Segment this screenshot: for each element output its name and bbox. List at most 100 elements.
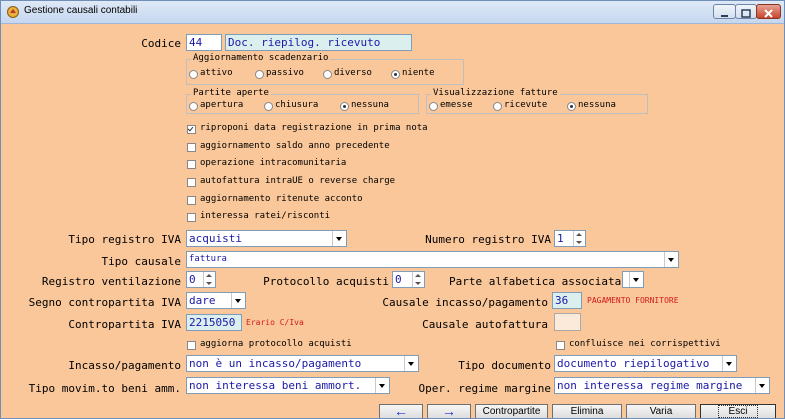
registro-ventilazione-spinner[interactable]: 0 xyxy=(186,271,216,288)
parte-alfabetica-label: Parte alfabetica associata xyxy=(449,275,622,288)
tipo-documento-value: documento riepilogativo xyxy=(557,357,710,370)
contropartita-iva-description: Erario C/Iva xyxy=(246,318,304,327)
incasso-pagamento-value: non è un incasso/pagamento xyxy=(189,357,362,370)
chevron-down-icon[interactable] xyxy=(629,272,643,287)
tipo-movimento-beni-label: Tipo movim.to beni amm. xyxy=(28,382,181,395)
radio-scadenzario-passivo[interactable] xyxy=(255,70,264,79)
maximize-button[interactable] xyxy=(735,4,757,19)
tipo-registro-iva-value: acquisti xyxy=(189,232,242,245)
esci-label: Esci xyxy=(717,405,759,418)
radio-fatture-nessuna[interactable] xyxy=(567,102,576,111)
radio-scadenzario-niente[interactable] xyxy=(391,70,400,79)
incasso-pagamento-select[interactable]: non è un incasso/pagamento xyxy=(186,355,419,372)
radio-partite-chiusura-label: chiusura xyxy=(275,100,319,110)
radio-fatture-ricevute[interactable] xyxy=(493,102,502,111)
radio-scadenzario-niente-label: niente xyxy=(402,68,435,78)
causale-incasso-input[interactable]: 36 xyxy=(552,292,582,309)
prev-record-button[interactable]: ← xyxy=(379,404,423,418)
codice-description: Doc. riepilog. ricevuto xyxy=(225,34,412,51)
checkbox-autofattura-intraue-label: autofattura intraUE o reverse charge xyxy=(200,176,396,186)
checkbox-riproponi-data[interactable] xyxy=(187,125,196,134)
checkbox-ritenute-acconto-label: aggiornamento ritenute acconto xyxy=(200,194,363,204)
codice-input[interactable]: 44 xyxy=(186,34,222,51)
checkbox-aggiorna-protocollo[interactable] xyxy=(187,341,196,350)
radio-fatture-nessuna-label: nessuna xyxy=(578,100,616,110)
chevron-down-icon[interactable] xyxy=(375,378,389,393)
causale-incasso-label: Causale incasso/pagamento xyxy=(382,296,548,309)
spinner-arrows-icon[interactable] xyxy=(573,231,585,246)
title-bar[interactable]: Gestione causali contabili xyxy=(1,1,784,24)
radio-partite-chiusura[interactable] xyxy=(264,102,273,111)
radio-fatture-emesse[interactable] xyxy=(429,102,438,111)
tipo-registro-iva-select[interactable]: acquisti xyxy=(186,230,347,247)
segno-contropartita-value: dare xyxy=(189,294,216,307)
chevron-down-icon[interactable] xyxy=(664,252,678,267)
radio-fatture-emesse-label: emesse xyxy=(440,100,473,110)
parte-alfabetica-select[interactable] xyxy=(622,271,644,288)
checkbox-intracomunitaria[interactable] xyxy=(187,160,196,169)
checkbox-saldo-anno-precedente[interactable] xyxy=(187,143,196,152)
oper-regime-margine-label: Oper. regime margine xyxy=(418,382,551,395)
segno-contropartita-select[interactable]: dare xyxy=(186,292,246,309)
checkbox-autofattura-intraue[interactable] xyxy=(187,178,196,187)
tipo-causale-select[interactable]: fattura xyxy=(186,251,679,268)
spinner-arrows-icon[interactable] xyxy=(203,272,215,287)
spinner-arrows-icon[interactable] xyxy=(412,272,424,287)
radio-scadenzario-diverso-label: diverso xyxy=(334,68,372,78)
causale-autofattura-label: Causale autofattura xyxy=(422,318,548,331)
chevron-down-icon[interactable] xyxy=(231,293,245,308)
chevron-down-icon[interactable] xyxy=(722,356,736,371)
tipo-causale-value: fattura xyxy=(189,254,227,264)
arrow-right-icon: → xyxy=(442,403,456,419)
radio-partite-nessuna[interactable] xyxy=(340,102,349,111)
causale-incasso-description: PAGAMENTO FORNITORE xyxy=(587,296,679,305)
protocollo-acquisti-value: 0 xyxy=(395,273,402,286)
protocollo-acquisti-label: Protocollo acquisti xyxy=(263,275,389,288)
esci-button[interactable]: Esci xyxy=(700,404,776,418)
numero-registro-iva-label: Numero registro IVA xyxy=(425,233,551,246)
radio-scadenzario-attivo-label: attivo xyxy=(200,68,233,78)
contropartita-iva-input[interactable]: 2215050 xyxy=(186,314,242,331)
radio-fatture-ricevute-label: ricevute xyxy=(504,100,548,110)
chevron-down-icon[interactable] xyxy=(755,378,769,393)
incasso-pagamento-label: Incasso/pagamento xyxy=(68,359,181,372)
oper-regime-margine-value: non interessa regime margine xyxy=(557,379,743,392)
close-icon xyxy=(764,9,773,18)
checkbox-ritenute-acconto[interactable] xyxy=(187,196,196,205)
causale-autofattura-input[interactable] xyxy=(554,313,581,331)
minimize-button[interactable] xyxy=(713,4,736,19)
numero-registro-iva-value: 1 xyxy=(557,232,564,245)
radio-partite-nessuna-label: nessuna xyxy=(351,100,389,110)
chevron-down-icon[interactable] xyxy=(404,356,418,371)
numero-registro-iva-spinner[interactable]: 1 xyxy=(554,230,586,247)
tipo-documento-label: Tipo documento xyxy=(458,359,551,372)
radio-scadenzario-passivo-label: passivo xyxy=(266,68,304,78)
main-window: Gestione causali contabili Codice 44 Doc… xyxy=(0,0,785,419)
tipo-causale-label: Tipo causale xyxy=(101,255,181,268)
app-icon xyxy=(7,6,19,18)
contropartita-iva-label: Contropartita IVA xyxy=(68,318,181,331)
chevron-down-icon[interactable] xyxy=(332,231,346,246)
radio-partite-apertura-label: apertura xyxy=(200,100,244,110)
radio-scadenzario-attivo[interactable] xyxy=(189,70,198,79)
checkbox-ratei-risconti-label: interessa ratei/risconti xyxy=(200,211,331,221)
checkbox-aggiorna-protocollo-label: aggiorna protocollo acquisti xyxy=(200,339,352,349)
next-record-button[interactable]: → xyxy=(427,403,471,419)
elimina-button[interactable]: Elimina xyxy=(552,404,622,418)
checkbox-ratei-risconti[interactable] xyxy=(187,213,196,222)
maximize-icon xyxy=(741,9,751,18)
radio-scadenzario-diverso[interactable] xyxy=(323,70,332,79)
contropartite-button[interactable]: Contropartite xyxy=(475,404,548,418)
oper-regime-margine-select[interactable]: non interessa regime margine xyxy=(554,377,770,394)
close-button[interactable] xyxy=(756,4,781,19)
tipo-documento-select[interactable]: documento riepilogativo xyxy=(554,355,737,372)
tipo-registro-iva-label: Tipo registro IVA xyxy=(68,233,181,246)
tipo-movimento-beni-select[interactable]: non interessa beni ammort. xyxy=(186,377,390,394)
varia-button[interactable]: Varia xyxy=(626,404,696,418)
radio-partite-apertura[interactable] xyxy=(189,102,198,111)
tipo-movimento-beni-value: non interessa beni ammort. xyxy=(189,379,362,392)
checkbox-saldo-anno-precedente-label: aggiornamento saldo anno precedente xyxy=(200,141,390,151)
checkbox-confluisce-corrispettivi[interactable] xyxy=(556,341,565,350)
protocollo-acquisti-spinner[interactable]: 0 xyxy=(392,271,425,288)
registro-ventilazione-label: Registro ventilazione xyxy=(41,275,181,288)
